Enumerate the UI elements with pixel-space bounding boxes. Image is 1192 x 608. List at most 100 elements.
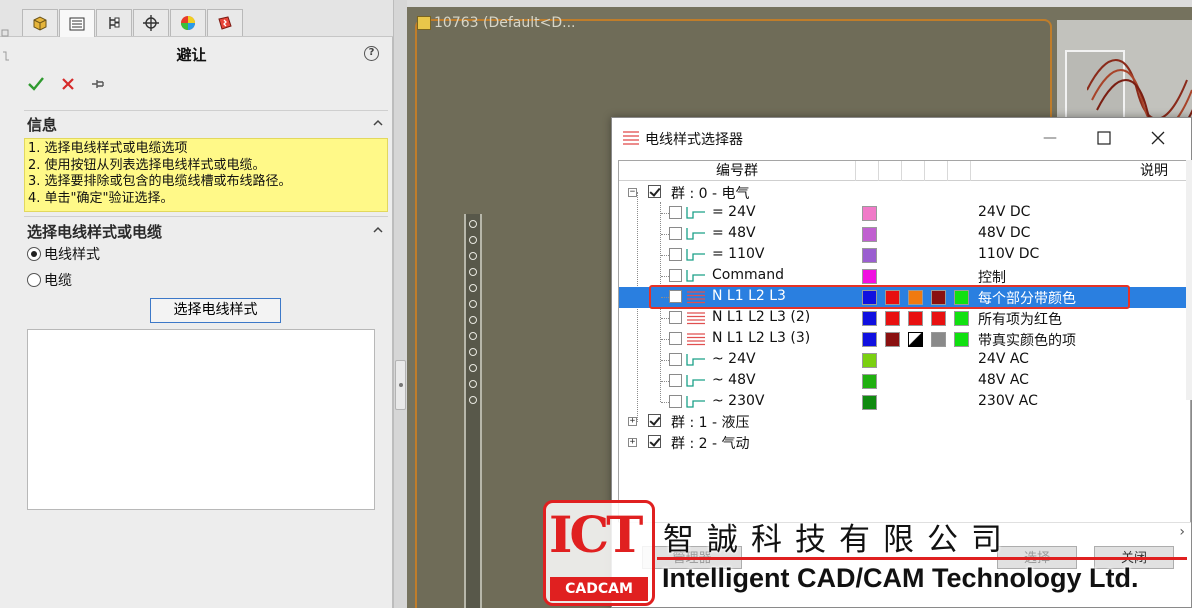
rail-hole xyxy=(469,332,477,340)
single-wire-icon xyxy=(686,396,705,408)
color-swatch xyxy=(885,332,900,347)
tree-row-wire-style[interactable]: ~ 24V 24V AC xyxy=(619,350,1190,371)
panel-splitter[interactable] xyxy=(393,0,407,608)
column-header-color[interactable] xyxy=(856,161,879,181)
wire-style-label: N L1 L2 L3 (2) xyxy=(712,309,811,325)
configuration-icon xyxy=(109,17,120,29)
property-manager-icon xyxy=(69,17,85,30)
crosshair-icon xyxy=(143,15,159,31)
radio-button[interactable] xyxy=(27,273,41,287)
wire-style-checkbox[interactable] xyxy=(669,269,682,282)
wire-style-checkbox[interactable] xyxy=(669,248,682,261)
rail-hole xyxy=(469,252,477,260)
info-message-box: 1. 选择电线样式或电缆选项 2. 使用按钮从列表选择电线样式或电缆。 3. 选… xyxy=(24,138,388,212)
tab-dimxpert-manager[interactable] xyxy=(133,9,169,36)
selection-list-box[interactable] xyxy=(27,329,375,510)
wire-style-description: 110V DC xyxy=(978,246,1040,262)
tree-row-wire-style-selected[interactable]: N L1 L2 L3 每个部分带颜色 xyxy=(619,287,1190,308)
cancel-x-button[interactable] xyxy=(58,74,78,94)
tree-row-wire-style[interactable]: = 24V 24V DC xyxy=(619,203,1190,224)
watermark-company-en: Intelligent CAD/CAM Technology Ltd. xyxy=(662,563,1139,593)
color-swatch xyxy=(954,311,969,326)
info-line: 4. 单击"确定"验证选择。 xyxy=(28,190,174,206)
info-section-title: 信息 xyxy=(27,116,58,134)
manager-tab-strip xyxy=(0,0,393,37)
radio-button-checked[interactable] xyxy=(27,247,41,261)
feature-tree-root[interactable]: 10763 (Default<D... xyxy=(417,15,575,31)
pin-icon[interactable] xyxy=(88,74,108,94)
column-header-number-group[interactable]: 编号群 xyxy=(619,161,856,181)
expand-toggle-icon[interactable]: + xyxy=(628,417,637,426)
tree-row-wire-style[interactable]: = 110V 110V DC xyxy=(619,245,1190,266)
color-swatch xyxy=(862,332,877,347)
radio-wire-style[interactable]: 电线样式 xyxy=(27,245,100,263)
tree-row-wire-style[interactable]: = 48V 48V DC xyxy=(619,224,1190,245)
maximize-icon[interactable] xyxy=(1092,126,1116,150)
grid-header: 编号群 说明 xyxy=(619,161,1190,181)
rail-hole xyxy=(469,364,477,372)
multi-wire-icon xyxy=(687,291,705,304)
rail-hole xyxy=(469,236,477,244)
wire-style-checkbox[interactable] xyxy=(669,395,682,408)
column-header-color[interactable] xyxy=(902,161,925,181)
wire-style-checkbox[interactable] xyxy=(669,311,682,324)
tab-feature-manager[interactable] xyxy=(22,9,58,36)
chevron-up-icon[interactable] xyxy=(372,118,384,128)
wire-style-checkbox[interactable] xyxy=(669,206,682,219)
color-swatch xyxy=(862,353,877,368)
group-checkbox[interactable] xyxy=(648,435,661,448)
wire-style-checkbox[interactable] xyxy=(669,290,682,303)
ok-checkmark-button[interactable] xyxy=(26,74,46,94)
color-swatch xyxy=(862,269,877,284)
tree-row-wire-style[interactable]: N L1 L2 L3 (3) 带真实颜色的项 xyxy=(619,329,1190,350)
splitter-handle[interactable] xyxy=(395,360,406,410)
group-label: 群 : 0 - 电气 xyxy=(671,186,750,202)
wire-style-icon xyxy=(623,131,639,145)
watermark-divider xyxy=(657,557,1187,560)
rail-hole xyxy=(469,300,477,308)
tree-row-wire-style[interactable]: N L1 L2 L3 (2) 所有项为红色 xyxy=(619,308,1190,329)
wire-style-checkbox[interactable] xyxy=(669,353,682,366)
tree-row-group[interactable]: − 群 : 0 - 电气 xyxy=(619,182,1190,203)
tab-electrical-manager[interactable] xyxy=(207,9,243,36)
din-rail xyxy=(464,214,482,608)
tree-row-wire-style[interactable]: Command 控制 xyxy=(619,266,1190,287)
help-icon[interactable]: ? xyxy=(364,46,379,61)
tree-row-group[interactable]: + 群 : 1 - 液压 xyxy=(619,411,1190,432)
wire-style-checkbox[interactable] xyxy=(669,374,682,387)
radio-cable[interactable]: 电缆 xyxy=(27,271,72,289)
single-wire-icon xyxy=(686,375,705,387)
wire-style-label: ~ 48V xyxy=(712,372,756,388)
tree-row-wire-style[interactable]: ~ 230V 230V AC xyxy=(619,392,1190,413)
group-checkbox[interactable] xyxy=(648,185,661,198)
tab-display-manager[interactable] xyxy=(170,9,206,36)
column-header-color[interactable] xyxy=(925,161,948,181)
select-wire-style-button[interactable]: 选择电线样式 xyxy=(150,298,281,323)
tree-row-wire-style[interactable]: ~ 48V 48V AC xyxy=(619,371,1190,392)
minimize-icon[interactable]: — xyxy=(1038,126,1062,150)
tree-line xyxy=(661,339,669,340)
wire-style-checkbox[interactable] xyxy=(669,332,682,345)
group-checkbox[interactable] xyxy=(648,414,661,427)
tree-line xyxy=(661,276,669,277)
tab-configuration-manager[interactable] xyxy=(96,9,132,36)
wire-style-description: 48V AC xyxy=(978,372,1029,388)
wire-style-checkbox[interactable] xyxy=(669,227,682,240)
rail-hole xyxy=(469,220,477,228)
close-icon[interactable] xyxy=(1146,126,1170,150)
expand-toggle-icon[interactable]: + xyxy=(628,438,637,447)
wire-style-label: ~ 24V xyxy=(712,351,756,367)
chevron-up-icon[interactable] xyxy=(372,225,384,235)
tab-property-manager[interactable] xyxy=(59,9,95,37)
chevron-right-icon[interactable]: › xyxy=(1179,524,1185,540)
wire-style-tree-grid[interactable]: 编号群 说明 − 群 : 0 - 电气 = 24V 24V DC = 48V 48V … xyxy=(618,160,1191,540)
column-header-description[interactable]: 说明 xyxy=(971,161,1190,181)
wire-style-label: = 110V xyxy=(712,246,765,262)
color-swatch xyxy=(954,290,969,305)
collapse-toggle-icon[interactable]: − xyxy=(628,188,637,197)
column-header-color[interactable] xyxy=(948,161,971,181)
rail-hole xyxy=(469,284,477,292)
tree-row-group[interactable]: + 群 : 2 - 气动 xyxy=(619,432,1190,453)
column-header-color[interactable] xyxy=(879,161,902,181)
tree-line xyxy=(661,318,669,319)
